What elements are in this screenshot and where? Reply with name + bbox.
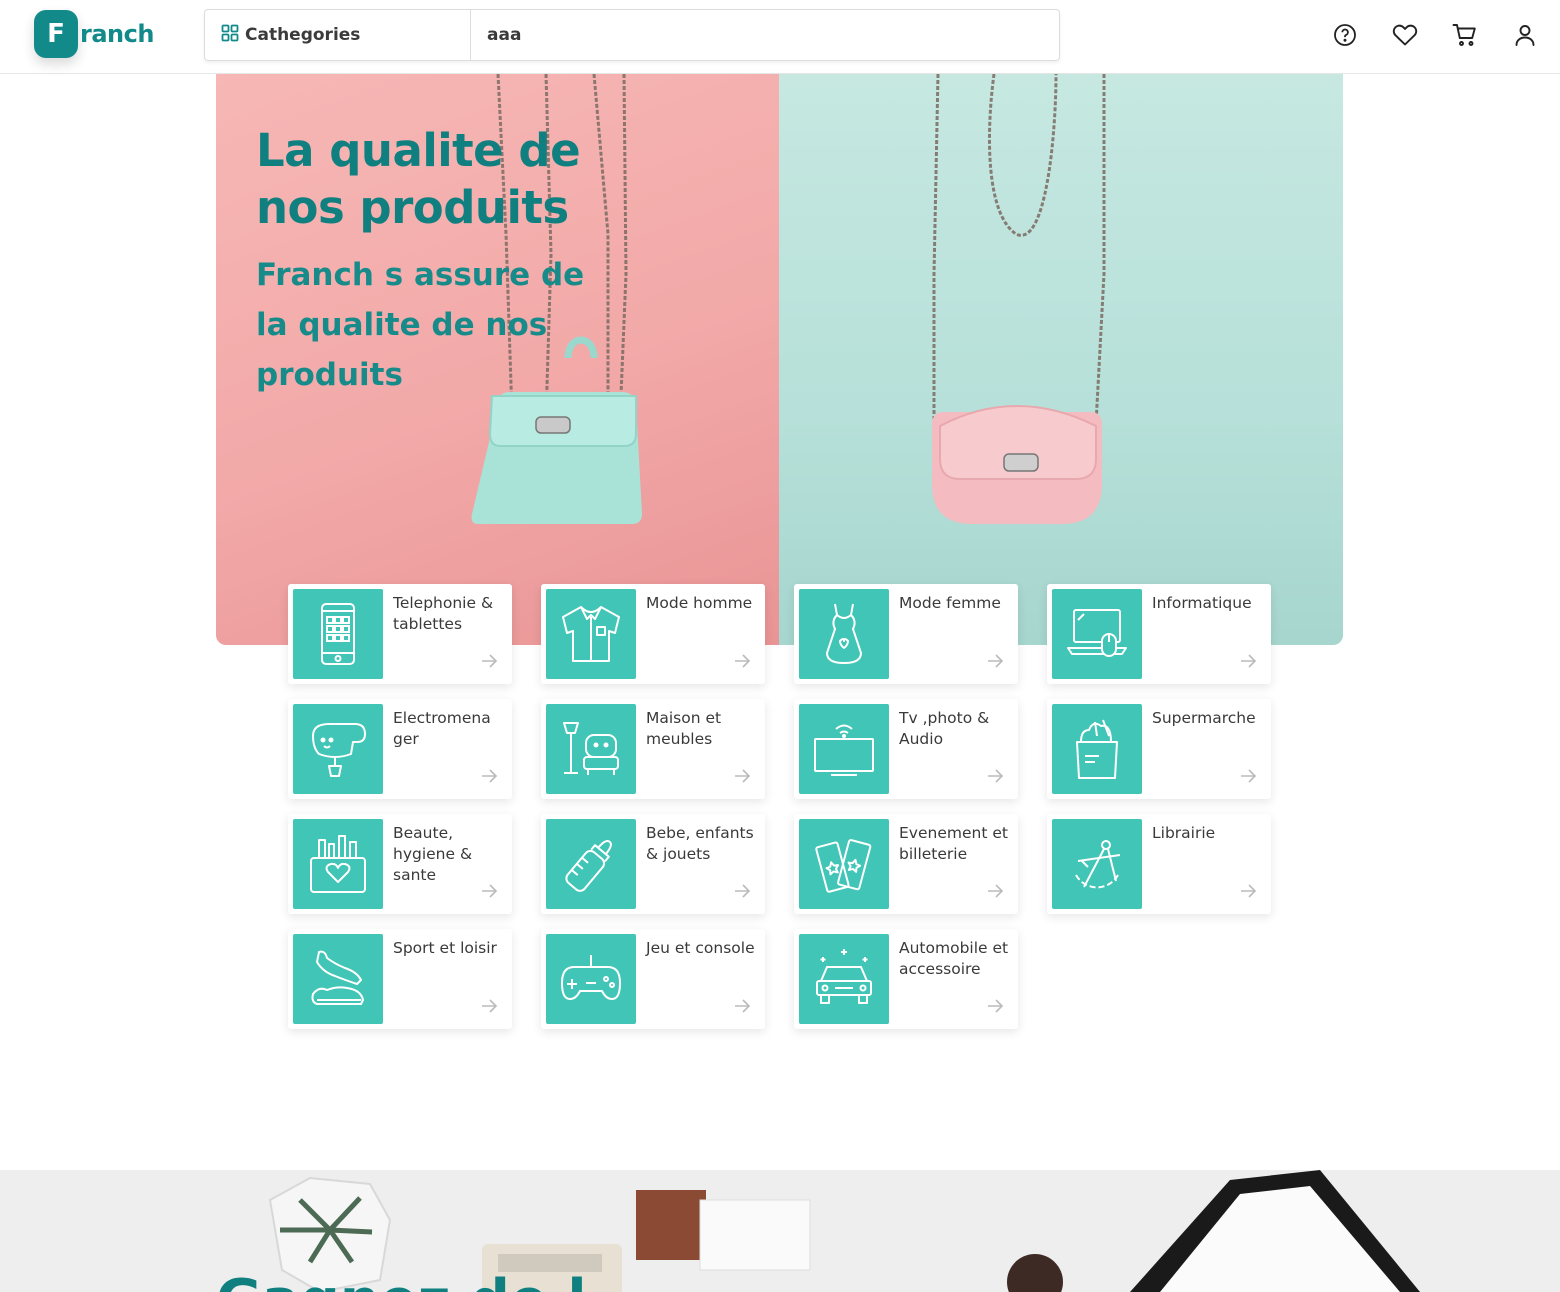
- arrow-right-icon: [482, 884, 498, 898]
- arrow-right-icon: [482, 999, 498, 1013]
- beauty-icon: [293, 819, 383, 909]
- hero-banner: La qualite de nos produits Franch s assu…: [216, 74, 1343, 645]
- category-label: Tv ,photo & Audio: [899, 709, 990, 748]
- car-icon: [799, 934, 889, 1024]
- shirt-icon: [546, 589, 636, 679]
- logo-text: ranch: [80, 20, 154, 48]
- furniture-icon: [546, 704, 636, 794]
- gamepad-icon: [546, 934, 636, 1024]
- hero-subtitle: Franch s assure de la qualite de nos pro…: [256, 257, 585, 393]
- brand-logo[interactable]: F ranch: [34, 10, 154, 58]
- baby-bottle-icon: [546, 819, 636, 909]
- category-label: Jeu et console: [646, 939, 755, 957]
- ticket-icon: [799, 819, 889, 909]
- arrow-right-icon: [735, 654, 751, 668]
- promo-banner: Gagnez de l: [0, 1170, 1560, 1292]
- cart-icon[interactable]: [1452, 22, 1478, 48]
- logo-badge: F: [34, 10, 78, 58]
- category-card-beaute[interactable]: Beaute, hygiene & sante: [288, 814, 512, 914]
- category-label: Electromena ger: [393, 709, 491, 748]
- category-card-tv[interactable]: Tv ,photo & Audio: [794, 699, 1018, 799]
- category-label: Librairie: [1152, 824, 1216, 842]
- category-label: Informatique: [1152, 594, 1252, 612]
- category-card-jeu[interactable]: Jeu et console: [541, 929, 765, 1029]
- grocery-bag-icon: [1052, 704, 1142, 794]
- categories-dropdown-button[interactable]: Cathegories: [205, 10, 471, 60]
- category-card-sport[interactable]: Sport et loisir: [288, 929, 512, 1029]
- category-label: Beaute, hygiene & sante: [393, 824, 473, 884]
- sneaker-icon: [293, 934, 383, 1024]
- arrow-right-icon: [988, 884, 1004, 898]
- user-icon[interactable]: [1512, 22, 1538, 48]
- category-card-mode-femme[interactable]: Mode femme: [794, 584, 1018, 684]
- phone-icon: [293, 589, 383, 679]
- compass-icon: [1052, 819, 1142, 909]
- category-label: Telephonie & tablettes: [393, 594, 494, 633]
- category-card-maison[interactable]: Maison et meubles: [541, 699, 765, 799]
- laptop-icon: [1052, 589, 1142, 679]
- category-label: Maison et meubles: [646, 709, 722, 748]
- dress-icon: [799, 589, 889, 679]
- category-card-evenement[interactable]: Evenement et billeterie: [794, 814, 1018, 914]
- arrow-right-icon: [735, 999, 751, 1013]
- grid-icon: [221, 24, 245, 46]
- search-bar: Cathegories: [204, 9, 1060, 61]
- category-label: Automobile et accessoire: [899, 939, 1009, 978]
- arrow-right-icon: [1241, 884, 1257, 898]
- top-header: F ranch Cathegories: [0, 0, 1560, 74]
- header-actions: [1332, 22, 1538, 48]
- category-label: Mode homme: [646, 594, 753, 612]
- category-card-bebe[interactable]: Bebe, enfants & jouets: [541, 814, 765, 914]
- hero-title: La qualite de nos produits: [256, 124, 581, 234]
- arrow-right-icon: [1241, 769, 1257, 783]
- arrow-right-icon: [988, 769, 1004, 783]
- arrow-right-icon: [482, 654, 498, 668]
- arrow-right-icon: [482, 769, 498, 783]
- category-label: Mode femme: [899, 594, 1001, 612]
- help-icon[interactable]: [1332, 22, 1358, 48]
- category-label: Evenement et billeterie: [899, 824, 1008, 863]
- category-label: Supermarche: [1152, 709, 1256, 727]
- category-card-mode-homme[interactable]: Mode homme: [541, 584, 765, 684]
- arrow-right-icon: [988, 999, 1004, 1013]
- search-input[interactable]: [471, 10, 1059, 60]
- arrow-right-icon: [735, 884, 751, 898]
- heart-icon[interactable]: [1392, 22, 1418, 48]
- arrow-right-icon: [735, 769, 751, 783]
- categories-label: Cathegories: [245, 25, 361, 45]
- category-card-informatique[interactable]: Informatique: [1047, 584, 1271, 684]
- category-label: Bebe, enfants & jouets: [646, 824, 754, 863]
- arrow-right-icon: [1241, 654, 1257, 668]
- tv-icon: [799, 704, 889, 794]
- category-grid: Telephonie & tablettes Mode homme Mode f…: [288, 584, 1271, 1029]
- arrow-right-icon: [988, 654, 1004, 668]
- category-label: Sport et loisir: [393, 939, 497, 957]
- category-card-automobile[interactable]: Automobile et accessoire: [794, 929, 1018, 1029]
- category-card-telephonie[interactable]: Telephonie & tablettes: [288, 584, 512, 684]
- category-card-electromenager[interactable]: Electromena ger: [288, 699, 512, 799]
- category-card-supermarche[interactable]: Supermarche: [1047, 699, 1271, 799]
- banner-heading: Gagnez de l: [216, 1268, 587, 1292]
- category-card-librairie[interactable]: Librairie: [1047, 814, 1271, 914]
- mixer-icon: [293, 704, 383, 794]
